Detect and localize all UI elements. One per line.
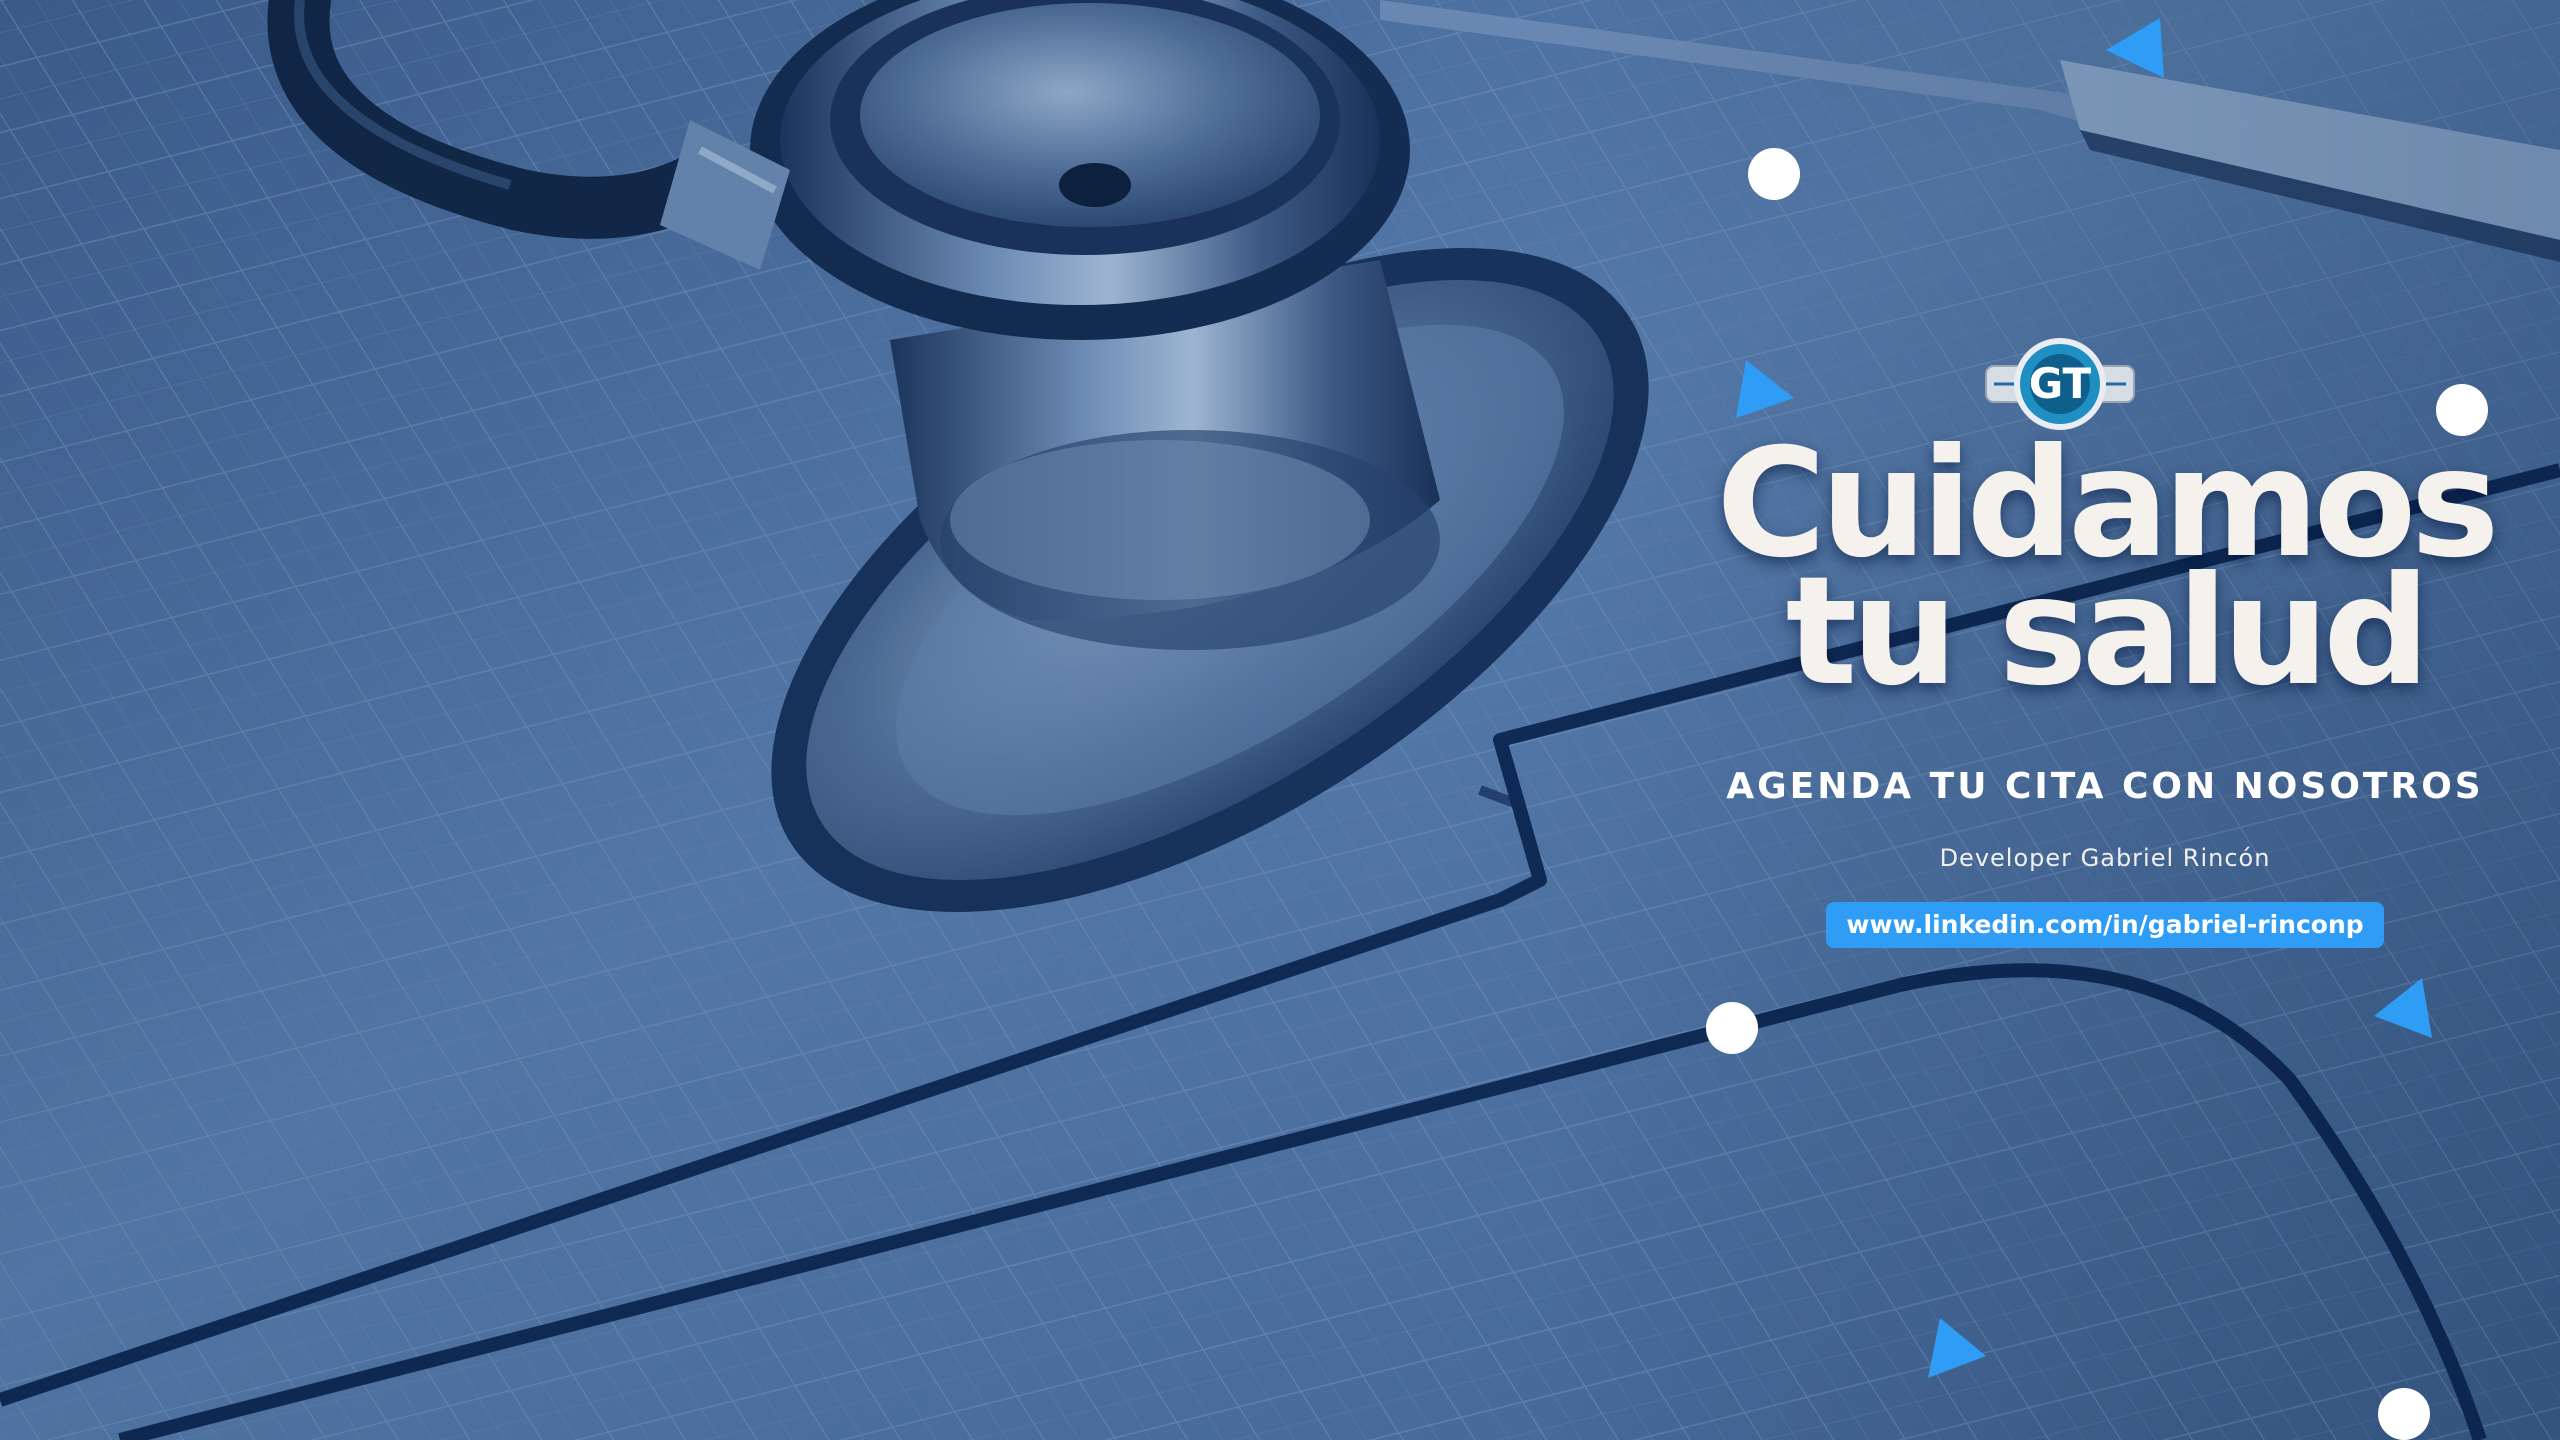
tagline: AGENDA TU CITA CON NOSOTROS (1726, 766, 2484, 807)
headline-line-2: tu salud (1785, 545, 2431, 719)
background-stethoscope-image (0, 0, 2560, 1440)
logo-letters: GT (2029, 359, 2092, 408)
headline: Cuidamos tu salud (1700, 429, 2510, 719)
developer-credit: Developer Gabriel Rincón (1939, 844, 2271, 872)
decorative-dot (1706, 1002, 1758, 1054)
decorative-triangle (2374, 978, 2432, 1038)
decorative-triangle (1736, 360, 1794, 418)
decorative-triangle (2106, 18, 2164, 78)
decorative-dot (2378, 1388, 2430, 1440)
decorative-dot (1748, 148, 1800, 200)
linkedin-link[interactable]: www.linkedin.com/in/gabriel-rinconp (1826, 902, 2384, 948)
decorative-triangle (1928, 1318, 1986, 1378)
